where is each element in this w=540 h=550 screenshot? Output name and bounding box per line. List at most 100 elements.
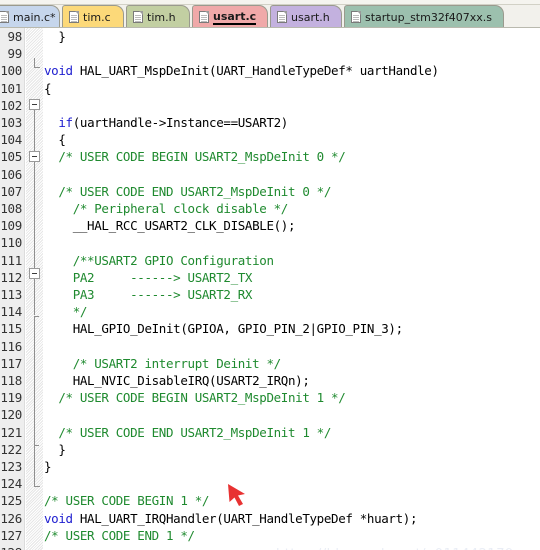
fold-region-end-marker [34,471,40,487]
code-line[interactable]: 109 __HAL_RCC_USART2_CLK_DISABLE(); [0,217,540,234]
code-line[interactable]: 118 HAL_NVIC_DisableIRQ(USART2_IRQn); [0,372,540,389]
code-token: (uartHandle->Instance==USART2) [72,115,289,130]
code-line[interactable]: 104 { [0,131,540,148]
line-number: 118 [0,373,22,388]
code-line[interactable]: 121 /* USER CODE END USART2_MspDeInit 1 … [0,424,540,441]
code-line[interactable]: 108 /* Peripheral clock disable */ [0,200,540,217]
code-line[interactable]: 125 /* USER CODE BEGIN 1 */ [0,492,540,509]
line-number: 112 [0,269,22,285]
file-icon [199,11,209,23]
line-number: 109 [0,218,22,234]
code-line[interactable]: 99 [0,45,540,62]
code-token: /* USER CODE BEGIN USART2_MspDeInit 0 */ [44,149,346,165]
code-line[interactable]: 102 [0,97,540,114]
code-text: { [44,131,66,148]
line-number: 104 [0,132,22,148]
line-number: 103 [0,115,22,130]
code-line[interactable]: 128 [0,544,540,550]
code-token: void [44,63,73,79]
line-number: 116 [0,338,22,354]
code-token: /* USER CODE BEGIN USART2_MspDeInit 1 */ [44,390,346,406]
code-text: */ [44,303,88,320]
editor-tab-main-c-[interactable]: main.c* [0,5,60,27]
line-number: 105 [0,149,22,165]
code-token: { [44,132,66,148]
line-number: 98 [7,29,23,44]
line-number: 108 [0,201,22,216]
code-line[interactable]: 122 } [0,441,540,458]
code-token: } [44,441,66,457]
code-text: } [44,28,66,45]
editor-tab-label: usart.h [291,10,330,24]
code-text: void HAL_UART_MspDeInit(UART_HandleTypeD… [44,62,439,79]
editor-tab-usart-h[interactable]: usart.h [270,5,342,27]
code-editor[interactable]: 98 } 99 100 void HAL_UART_MspDeInit(UART_Ha… [0,28,540,550]
code-token: HAL_UART_IRQHandler(UART_HandleTypeDef *… [72,510,418,526]
code-line[interactable]: 116 [0,338,540,355]
line-number: 111 [0,252,22,268]
code-line[interactable]: 115 HAL_GPIO_DeInit(GPIOA, GPIO_PIN_2|GP… [0,320,540,337]
code-line[interactable]: 124 [0,475,540,492]
code-line[interactable]: 110 [0,234,540,251]
code-line[interactable]: 111 /**USART2 GPIO Configuration [0,252,540,269]
code-line[interactable]: 120 [0,406,540,423]
fold-guide-line [34,279,35,315]
line-number: 123 [0,459,22,474]
fold-toggle-comment-block[interactable] [29,268,40,279]
code-line[interactable]: 117 /* USART2 interrupt Deinit */ [0,355,540,372]
code-token: PA2 ------> USART2_TX [44,269,253,285]
code-line[interactable]: 107 /* USER CODE END USART2_MspDeInit 0 … [0,183,540,200]
code-line[interactable]: 106 [0,166,540,183]
file-icon [133,11,143,23]
code-text: { [44,80,52,97]
line-number: 101 [0,80,22,96]
ide-window: main.c* tim.c tim.h usart.c usart.h startup_s… [0,0,540,550]
code-line[interactable]: 105 /* USER CODE BEGIN USART2_MspDeInit … [0,148,540,165]
code-text: /* USER CODE END USART2_MspDeInit 1 */ [44,424,331,441]
file-icon [277,11,287,23]
code-token: __HAL_RCC_USART2_CLK_DISABLE(); [44,218,296,234]
fold-region-end-marker [34,58,40,68]
editor-tab-startup-stm32f407xx-s[interactable]: startup_stm32f407xx.s [344,5,504,27]
code-line[interactable]: 98 } [0,28,540,45]
code-line[interactable]: 114 */ [0,303,540,320]
code-line[interactable]: 123} [0,458,540,475]
editor-tab-usart-c[interactable]: usart.c [192,5,268,27]
code-line[interactable]: 101 { [0,80,540,97]
line-number: 125 [0,493,22,509]
code-line[interactable]: 113 PA3 ------> USART2_RX [0,286,540,303]
file-icon [69,11,79,23]
code-line[interactable]: 127 /* USER CODE END 1 */ [0,527,540,544]
code-line[interactable]: 100 void HAL_UART_MspDeInit(UART_HandleTy… [0,62,540,79]
fold-guide-line [34,162,35,272]
code-token: /* USER CODE BEGIN 1 */ [44,493,210,509]
line-number: 107 [0,183,22,199]
line-number: 117 [0,355,22,371]
code-text: void HAL_UART_IRQHandler(UART_HandleType… [44,510,417,527]
code-text: /* Peripheral clock disable */ [44,200,289,217]
line-number: 100 [0,63,22,79]
line-number: 121 [0,424,22,440]
fold-guide-line [34,446,35,471]
code-line[interactable]: 103 if(uartHandle->Instance==USART2) [0,114,540,131]
code-line[interactable]: 112 PA2 ------> USART2_TX [0,269,540,286]
code-token: /* Peripheral clock disable */ [44,201,289,216]
code-line[interactable]: 126 void HAL_UART_IRQHandler(UART_HandleT… [0,510,540,527]
fold-toggle-if-block[interactable] [29,151,40,162]
editor-tab-tim-c[interactable]: tim.c [62,5,124,27]
code-text: /* USART2 interrupt Deinit */ [44,355,281,372]
code-token: /**USART2 GPIO Configuration [44,252,274,268]
code-token: /* USART2 interrupt Deinit */ [44,355,281,371]
line-number: 128 [0,544,25,550]
code-line[interactable]: 119 /* USER CODE BEGIN USART2_MspDeInit … [0,389,540,406]
fold-guide-line [34,317,35,445]
editor-tab-tim-h[interactable]: tim.h [126,5,190,27]
line-number: 124 [0,476,22,492]
file-icon [0,11,9,23]
code-token: /* USER CODE END 1 */ [44,527,195,543]
fold-toggle-function-body[interactable] [29,99,40,110]
code-token: { [44,80,52,96]
fold-guide-line [34,110,35,155]
line-number: 119 [0,390,22,406]
